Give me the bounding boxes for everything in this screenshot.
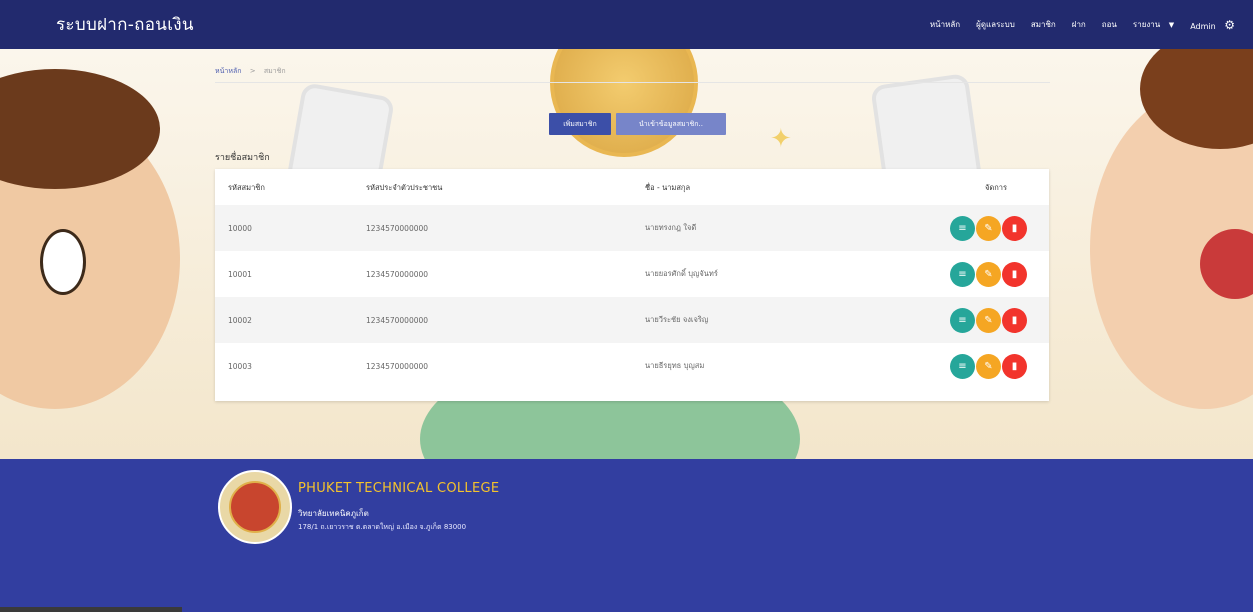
breadcrumb-current: สมาชิก <box>263 67 286 75</box>
user-name: Admin <box>1190 21 1216 31</box>
cell-full-name: นายวีระชัย จงเจริญ <box>645 315 709 324</box>
pencil-icon: ✎ <box>984 360 993 372</box>
pencil-icon: ✎ <box>984 314 993 326</box>
delete-button[interactable]: ▮ <box>1002 307 1027 333</box>
breadcrumb-separator: > <box>249 67 256 75</box>
cell-citizen-id: 1234570000000 <box>366 223 429 233</box>
caret-down-icon: ▼ <box>1168 21 1175 29</box>
pencil-icon: ✎ <box>984 268 993 280</box>
nav-withdraw[interactable]: ถอน <box>1102 18 1117 31</box>
cell-full-name: นายยอรศักดิ์ บุญจันทร์ <box>645 269 718 278</box>
cell-citizen-id: 1234570000000 <box>366 315 429 325</box>
cell-citizen-id: 1234570000000 <box>366 361 429 371</box>
cell-member-id: 10003 <box>228 361 252 371</box>
delete-button[interactable]: ▮ <box>1002 215 1027 241</box>
view-button[interactable]: ≡ <box>950 261 975 287</box>
nav-members[interactable]: สมาชิก <box>1031 18 1056 31</box>
horizontal-scrollbar[interactable] <box>0 607 182 612</box>
table-row: 10000 1234570000000 นายทรงกฎ ใจดี ≡ ✎ ▮ <box>215 205 1049 251</box>
list-icon: ≡ <box>958 314 967 326</box>
list-icon: ≡ <box>958 360 967 372</box>
nav-report-label: รายงาน <box>1132 20 1161 29</box>
nav-deposit[interactable]: ฝาก <box>1072 18 1086 31</box>
delete-button[interactable]: ▮ <box>1002 353 1027 379</box>
gear-icon: ⚙ <box>1224 17 1235 32</box>
edit-button[interactable]: ✎ <box>976 307 1001 333</box>
row-actions: ≡ ✎ ▮ <box>950 261 1028 287</box>
view-button[interactable]: ≡ <box>950 215 975 241</box>
view-button[interactable]: ≡ <box>950 353 975 379</box>
nav-report-dropdown[interactable]: รายงาน ▼ <box>1133 18 1174 31</box>
edit-button[interactable]: ✎ <box>976 215 1001 241</box>
list-icon: ≡ <box>958 268 967 280</box>
trash-icon: ▮ <box>1011 222 1018 234</box>
sparkle-icon: ✦ <box>770 124 792 154</box>
top-navbar: ระบบฝาก-ถอนเงิน หน้าหลัก ผู้ดูแลระบบ สมา… <box>0 0 1253 49</box>
college-emblem <box>229 481 281 533</box>
row-actions: ≡ ✎ ▮ <box>950 353 1028 379</box>
cell-member-id: 10000 <box>228 223 252 233</box>
row-actions: ≡ ✎ ▮ <box>950 307 1028 333</box>
table-row: 10001 1234570000000 นายยอรศักดิ์ บุญจันท… <box>215 251 1049 297</box>
member-list-title: รายชื่อสมาชิก <box>215 153 270 163</box>
college-address: 178/1 ถ.เยาวราช ต.ตลาดใหญ่ อ.เมือง จ.ภูเ… <box>298 523 467 531</box>
delete-button[interactable]: ▮ <box>1002 261 1027 287</box>
cell-full-name: นายทรงกฎ ใจดี <box>645 223 697 232</box>
import-members-button[interactable]: นำเข้าข้อมูลสมาชิก.. <box>616 113 726 135</box>
pencil-icon: ✎ <box>984 222 993 234</box>
row-actions: ≡ ✎ ▮ <box>950 215 1028 241</box>
cell-citizen-id: 1234570000000 <box>366 269 429 279</box>
breadcrumb-home[interactable]: หน้าหลัก <box>215 67 241 75</box>
cell-full-name: นายธีรยุทธ บุญสม <box>645 361 705 370</box>
nav-user-menu[interactable]: Admin ⚙ <box>1190 18 1235 32</box>
view-button[interactable]: ≡ <box>950 307 975 333</box>
header-citizen-id: รหัสประจำตัวประชาชน <box>366 183 443 192</box>
cell-member-id: 10002 <box>228 315 252 325</box>
table-row: 10002 1234570000000 นายวีระชัย จงเจริญ ≡… <box>215 297 1049 343</box>
table-header: รหัสสมาชิก รหัสประจำตัวประชาชน ชื่อ - นา… <box>215 171 1049 205</box>
nav-menu: หน้าหลัก ผู้ดูแลระบบ สมาชิก ฝาก ถอน รายง… <box>922 18 1243 32</box>
nav-home[interactable]: หน้าหลัก <box>930 18 960 31</box>
cell-member-id: 10001 <box>228 269 252 279</box>
header-full-name: ชื่อ - นามสกุล <box>645 183 691 192</box>
college-name-en: PHUKET TECHNICAL COLLEGE <box>298 481 500 496</box>
footer <box>0 459 1253 612</box>
trash-icon: ▮ <box>1011 268 1018 280</box>
breadcrumb: หน้าหลัก > สมาชิก <box>215 66 1050 83</box>
edit-button[interactable]: ✎ <box>976 353 1001 379</box>
edit-button[interactable]: ✎ <box>976 261 1001 287</box>
header-member-id: รหัสสมาชิก <box>228 183 265 192</box>
college-name-th: วิทยาลัยเทคนิคภูเก็ต <box>298 509 369 518</box>
trash-icon: ▮ <box>1011 314 1018 326</box>
table-row: 10003 1234570000000 นายธีรยุทธ บุญสม ≡ ✎… <box>215 343 1049 389</box>
college-logo <box>218 470 292 544</box>
list-icon: ≡ <box>958 222 967 234</box>
trash-icon: ▮ <box>1011 360 1018 372</box>
add-member-button[interactable]: เพิ่มสมาชิก <box>549 113 611 135</box>
member-table: รหัสสมาชิก รหัสประจำตัวประชาชน ชื่อ - นา… <box>215 169 1049 401</box>
nav-admins[interactable]: ผู้ดูแลระบบ <box>976 18 1015 31</box>
header-manage: จัดการ <box>985 183 1008 192</box>
brand-title[interactable]: ระบบฝาก-ถอนเงิน <box>56 11 194 38</box>
